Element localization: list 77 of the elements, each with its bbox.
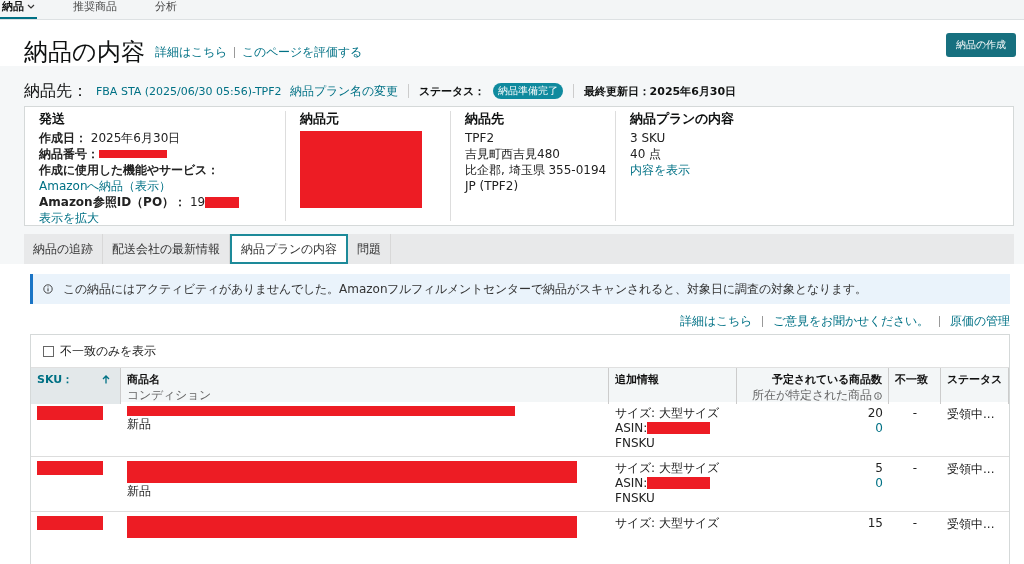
status-text: 受領中... (947, 406, 995, 423)
info-text: ASIN: (615, 421, 711, 435)
expand-link[interactable]: 表示を拡大 (39, 211, 99, 225)
header-link[interactable]: このページを評価する (242, 43, 362, 61)
condition-text: 新品 (127, 484, 151, 498)
redaction-block (647, 422, 711, 434)
mismatch-value: - (912, 461, 918, 475)
tab[interactable]: 納品の追跡 (24, 234, 103, 264)
info-text: サイズ: 大型サイズ (615, 461, 719, 475)
checkbox[interactable] (43, 345, 54, 357)
help-link[interactable]: ご意見をお聞かせください。 (773, 312, 929, 330)
help-link[interactable]: 原価の管理 (950, 312, 1010, 330)
column-header[interactable]: 追加情報 (609, 368, 737, 404)
mismatch-value: - (912, 406, 918, 420)
located-count[interactable]: 0 (875, 421, 883, 435)
nav-tab[interactable]: 推奨商品 (71, 0, 119, 19)
shipment-label: 納品先： (24, 80, 88, 102)
plan-line: 3 SKU (630, 131, 667, 145)
redaction-block (37, 516, 103, 530)
info-icon (43, 284, 53, 294)
redaction-block (37, 461, 103, 475)
service-label: 作成に使用した機能やサービス： (39, 163, 219, 177)
column-header[interactable]: 商品名 コンディション (121, 368, 609, 404)
column-header[interactable]: ステータス (941, 368, 1009, 404)
service-link[interactable]: Amazonへ納品（表示） (39, 179, 172, 193)
created-date: 作成日： 2025年6月30日 (39, 131, 182, 145)
header-link[interactable]: 詳細はこちら (155, 43, 227, 61)
nav-tab[interactable]: 納品 (0, 0, 37, 19)
filter-label: 不一致のみを表示 (60, 344, 156, 358)
redaction-block (647, 477, 711, 489)
status-label: ステータス： (418, 83, 485, 99)
rename-link[interactable]: 納品プラン名の変更 (289, 82, 398, 100)
status-text: 受領中... (947, 516, 995, 533)
plan-line: 40 点 (630, 147, 663, 161)
address-line: JP (TPF2) (465, 179, 520, 193)
po-label: Amazon参照ID（PO）： (39, 195, 187, 209)
info-text: ASIN: (615, 476, 711, 490)
info-text: FNSKU (615, 436, 655, 450)
nav-tab[interactable]: 分析 (153, 0, 179, 19)
shipment-number-label: 納品番号： (39, 147, 99, 161)
address-line: 吉見町西吉見480 (465, 147, 561, 161)
tab[interactable]: 問題 (348, 234, 391, 264)
mismatch-value: - (912, 516, 918, 530)
po-value: 19 (189, 195, 206, 209)
section-title: 納品先 (465, 111, 505, 128)
section-title: 納品プランの内容 (630, 111, 735, 128)
section-title: 納品元 (300, 111, 340, 128)
shipment-name-link[interactable]: FBA STA (2025/06/30 05:56)-TPF2 (96, 84, 282, 98)
sort-arrow-icon (102, 375, 110, 384)
address-line: TPF2 (465, 131, 496, 145)
chevron-down-icon (27, 4, 35, 10)
page-title: 納品の内容 (24, 37, 145, 68)
column-header[interactable]: SKU： (31, 368, 121, 404)
info-text: サイズ: 大型サイズ (615, 516, 719, 530)
redaction-block (99, 150, 167, 158)
redaction-block (37, 406, 103, 420)
last-updated: 最終更新日：2025年6月30日 (583, 83, 737, 99)
section-title: 発送 (39, 111, 66, 128)
condition-text: 新品 (127, 417, 151, 431)
create-shipment-button[interactable]: 納品の作成 (946, 33, 1016, 57)
info-text: サイズ: 大型サイズ (615, 406, 719, 420)
expected-count: 20 (867, 406, 883, 420)
column-header[interactable]: 不一致 (889, 368, 941, 404)
view-contents-link[interactable]: 内容を表示 (630, 163, 690, 177)
banner-text: この納品にはアクティビティがありませんでした。Amazonフルフィルメントセンターで納品がスキャンされると、対象日に調査の対象となります。 (63, 280, 868, 298)
located-count[interactable]: 0 (875, 476, 883, 490)
info-icon (874, 391, 882, 400)
help-link[interactable]: 詳細はこちら (680, 312, 752, 330)
info-text: FNSKU (615, 491, 655, 505)
status-badge: 納品準備完了 (492, 83, 563, 99)
tab[interactable]: 納品プランの内容 (230, 234, 348, 264)
status-text: 受領中... (947, 461, 995, 478)
redaction-block (205, 196, 240, 208)
column-header[interactable]: 予定されている商品数 所在が特定された商品 (737, 368, 889, 404)
expected-count: 5 (875, 461, 883, 475)
expected-count: 15 (867, 516, 883, 530)
address-line: 比企郡, 埼玉県 355-0194 (465, 163, 608, 177)
